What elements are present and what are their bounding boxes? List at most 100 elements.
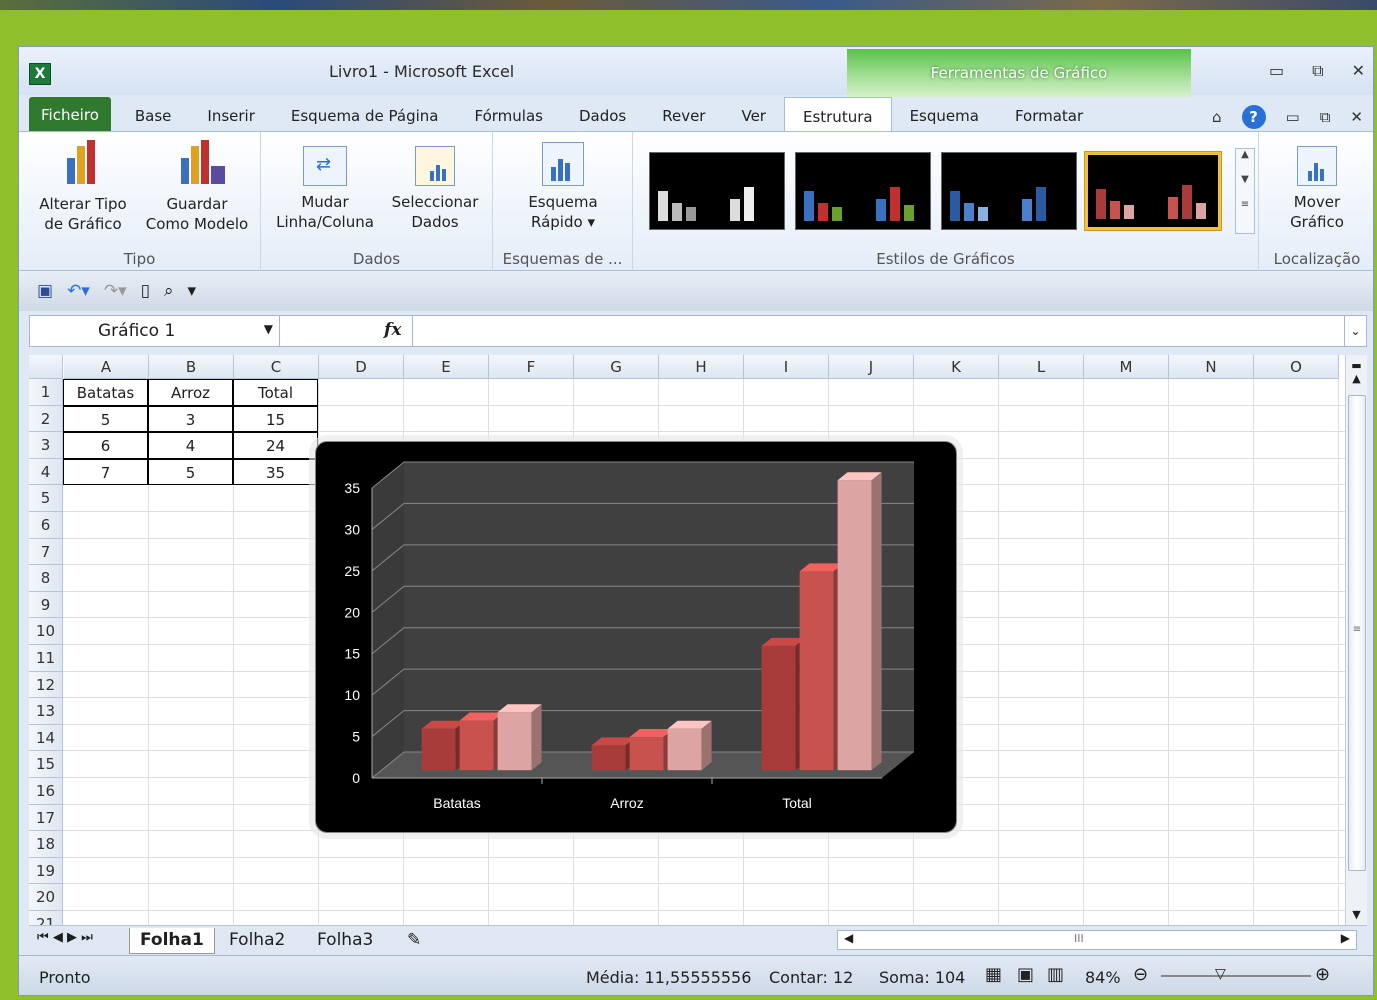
zoom-in-icon[interactable]: ⊕: [1315, 964, 1330, 985]
zoom-level[interactable]: 84%: [1085, 968, 1121, 987]
tab-inserir[interactable]: Inserir: [189, 97, 272, 131]
sheet-tab-folha2[interactable]: Folha2: [219, 928, 295, 954]
scroll-left-icon[interactable]: ◀: [844, 931, 853, 945]
scroll-up-icon[interactable]: ▲: [1346, 372, 1367, 385]
row-header-4[interactable]: 4: [29, 458, 63, 486]
row-header-17[interactable]: 17: [29, 804, 63, 832]
column-header-E[interactable]: E: [404, 355, 489, 379]
minimize-icon[interactable]: ▭: [1269, 61, 1284, 81]
row-header-16[interactable]: 16: [29, 778, 63, 805]
name-box-dropdown-icon[interactable]: ▼: [264, 322, 273, 336]
column-header-O[interactable]: O: [1254, 355, 1339, 379]
tab-formatar[interactable]: Formatar: [997, 97, 1101, 131]
cell-B1[interactable]: Arroz: [148, 379, 233, 406]
doc-close-icon[interactable]: ✕: [1350, 108, 1363, 126]
alterar-tipo-button[interactable]: Alterar Tipo de Gráfico: [27, 140, 139, 234]
ribbon-collapse-icon[interactable]: ⌂: [1212, 108, 1222, 126]
horizontal-scrollbar[interactable]: ◀ III ▶: [837, 930, 1357, 950]
row-header-7[interactable]: 7: [29, 538, 63, 566]
chart-style-multicolor[interactable]: [795, 152, 931, 230]
tab-esquema-pagina[interactable]: Esquema de Página: [273, 97, 457, 131]
row-header-10[interactable]: 10: [29, 618, 63, 645]
row-header-21[interactable]: 21: [29, 911, 63, 925]
expand-formula-bar-icon[interactable]: ⌄: [1344, 316, 1366, 346]
column-header-M[interactable]: M: [1084, 355, 1169, 379]
cell-C2[interactable]: 15: [233, 405, 318, 433]
scroll-down-icon[interactable]: ▼: [1346, 908, 1367, 921]
row-header-15[interactable]: 15: [29, 751, 63, 778]
view-page-layout-icon[interactable]: ▣: [1017, 964, 1034, 985]
cell-A4[interactable]: 7: [63, 458, 148, 486]
gallery-down-icon[interactable]: ▼: [1236, 174, 1254, 185]
doc-restore-icon[interactable]: ⧉: [1320, 108, 1331, 126]
undo-icon[interactable]: ↶▾: [67, 281, 90, 301]
save-icon[interactable]: ▣: [37, 281, 53, 301]
chart-style-red-selected[interactable]: [1085, 152, 1221, 230]
scroll-thumb[interactable]: ≡: [1348, 395, 1366, 871]
gallery-more-icon[interactable]: ≡: [1236, 199, 1254, 210]
insert-function-icon[interactable]: fx: [384, 320, 401, 340]
gallery-scrollbar[interactable]: ▲ ▼ ≡: [1235, 148, 1255, 234]
mover-grafico-button[interactable]: Mover Gráfico: [1267, 140, 1367, 232]
esquema-rapido-button[interactable]: Esquema Rápido ▾: [503, 140, 623, 232]
cell-B4[interactable]: 5: [148, 458, 233, 486]
cell-A3[interactable]: 6: [63, 432, 148, 459]
row-header-3[interactable]: 3: [29, 432, 63, 459]
cell-A2[interactable]: 5: [63, 405, 148, 433]
close-icon[interactable]: ✕: [1352, 61, 1365, 81]
sheet-nav-icons[interactable]: ⏮ ◀ ▶ ⏭: [37, 930, 93, 945]
cell-A1[interactable]: Batatas: [63, 379, 148, 406]
seleccionar-dados-button[interactable]: Seleccionar Dados: [381, 140, 489, 232]
row-header-9[interactable]: 9: [29, 591, 63, 619]
column-header-N[interactable]: N: [1169, 355, 1254, 379]
column-header-C[interactable]: C: [234, 355, 319, 379]
gallery-up-icon[interactable]: ▲: [1236, 149, 1254, 160]
row-header-13[interactable]: 13: [29, 698, 63, 725]
column-header-H[interactable]: H: [659, 355, 744, 379]
excel-icon[interactable]: X: [29, 63, 51, 85]
guardar-modelo-button[interactable]: Guardar Como Modelo: [139, 140, 255, 234]
column-header-A[interactable]: A: [64, 355, 149, 379]
sheet-tab-folha3[interactable]: Folha3: [307, 928, 383, 954]
select-all-corner[interactable]: [29, 355, 63, 379]
chart-object[interactable]: 0 5 10 15 20 25 30 35 Batatas Arroz Total: [315, 441, 957, 833]
vertical-scrollbar[interactable]: ▬ ▲ ≡ ▼: [1345, 355, 1367, 925]
column-header-K[interactable]: K: [914, 355, 999, 379]
print-preview-icon[interactable]: ⌕: [164, 281, 174, 301]
column-header-D[interactable]: D: [319, 355, 404, 379]
help-icon[interactable]: ?: [1241, 105, 1266, 129]
column-header-I[interactable]: I: [744, 355, 829, 379]
cell-C3[interactable]: 24: [233, 432, 318, 459]
mudar-linha-coluna-button[interactable]: ⇄ Mudar Linha/Coluna: [269, 140, 381, 232]
zoom-out-icon[interactable]: ⊖: [1133, 964, 1148, 985]
row-header-14[interactable]: 14: [29, 724, 63, 752]
row-header-2[interactable]: 2: [29, 405, 63, 433]
cell-C1[interactable]: Total: [233, 379, 318, 406]
view-normal-icon[interactable]: ▦: [985, 964, 1002, 985]
row-header-6[interactable]: 6: [29, 512, 63, 539]
new-document-icon[interactable]: ▯: [141, 281, 150, 301]
cell-B3[interactable]: 4: [148, 432, 233, 459]
row-header-8[interactable]: 8: [29, 565, 63, 592]
scroll-right-icon[interactable]: ▶: [1341, 931, 1350, 945]
row-header-19[interactable]: 19: [29, 857, 63, 885]
row-header-5[interactable]: 5: [29, 485, 63, 512]
sheet-tab-folha1[interactable]: Folha1: [129, 928, 215, 954]
row-header-1[interactable]: 1: [29, 379, 63, 406]
customize-qat-icon[interactable]: ▾: [188, 281, 197, 301]
column-header-B[interactable]: B: [149, 355, 234, 379]
tab-estrutura[interactable]: Estrutura: [783, 97, 892, 131]
column-header-G[interactable]: G: [574, 355, 659, 379]
cell-B2[interactable]: 3: [148, 405, 233, 433]
row-header-20[interactable]: 20: [29, 884, 63, 911]
tab-esquema[interactable]: Esquema: [892, 97, 997, 131]
row-header-11[interactable]: 11: [29, 645, 63, 672]
cell-C4[interactable]: 35: [233, 458, 318, 486]
row-header-12[interactable]: 12: [29, 671, 63, 699]
column-header-J[interactable]: J: [829, 355, 914, 379]
tab-base[interactable]: Base: [111, 97, 190, 131]
insert-sheet-icon[interactable]: ✎: [397, 928, 431, 954]
name-box[interactable]: Gráfico 1 ▼: [30, 316, 280, 346]
redo-icon[interactable]: ↷▾: [104, 281, 127, 301]
split-box-icon[interactable]: ▬: [1346, 359, 1367, 372]
